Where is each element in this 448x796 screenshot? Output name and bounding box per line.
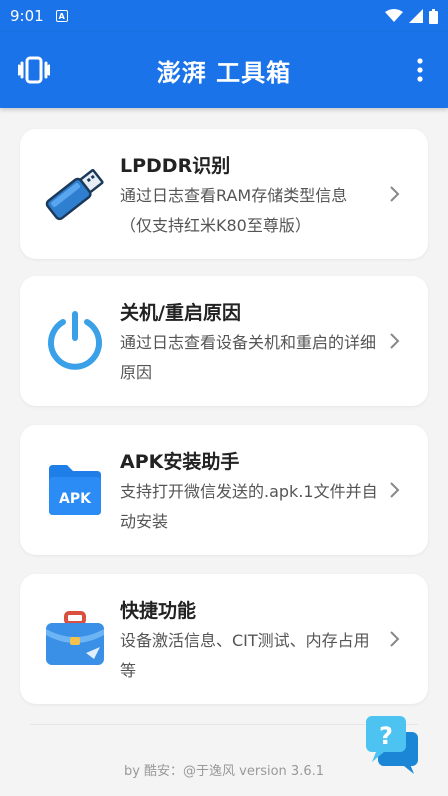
card-shutdown-reason[interactable]: 关机/重启原因 通过日志查看设备关机和重启的详细原因: [20, 276, 428, 406]
card-description: 通过日志查看设备关机和重启的详细原因: [120, 333, 377, 382]
status-bar: 9:01 A: [0, 0, 448, 32]
chevron-right-icon: [390, 333, 400, 349]
usb-drive-icon: [40, 159, 110, 229]
apk-folder-icon: APK: [40, 455, 110, 525]
notification-icon: A: [55, 10, 68, 22]
app-bar: 澎湃 工具箱: [0, 32, 448, 108]
power-icon: [40, 306, 110, 376]
more-options-icon[interactable]: [416, 58, 424, 82]
app-title: 澎湃 工具箱: [156, 58, 292, 87]
briefcase-icon: [40, 604, 110, 674]
card-quick-functions[interactable]: 快捷功能 设备激活信息、CIT测试、内存占用等: [20, 574, 428, 704]
help-chat-icon: ?: [366, 716, 418, 774]
card-description: 通过日志查看RAM存储类型信息（仅支持红米K80至尊版）: [120, 186, 348, 235]
card-apk-installer[interactable]: APK APK安装助手 支持打开微信发送的.apk.1文件并自动安装: [20, 425, 428, 555]
vibration-icon[interactable]: [18, 56, 50, 84]
card-title: LPDDR识别: [120, 155, 231, 177]
chevron-right-icon: [390, 631, 400, 647]
battery-icon: [429, 8, 438, 24]
wifi-icon: [385, 9, 403, 22]
divider: [30, 724, 418, 725]
status-time: 9:01: [10, 7, 44, 25]
help-label: ?: [379, 722, 393, 750]
cellular-signal-icon: [409, 9, 423, 23]
help-button[interactable]: ?: [364, 714, 424, 774]
card-lpddr[interactable]: LPDDR识别 通过日志查看RAM存储类型信息（仅支持红米K80至尊版）: [20, 129, 428, 259]
chevron-right-icon: [390, 186, 400, 202]
card-description: 设备激活信息、CIT测试、内存占用等: [120, 631, 370, 680]
card-title: 关机/重启原因: [120, 302, 241, 324]
card-title: APK安装助手: [120, 451, 240, 473]
content-area: LPDDR识别 通过日志查看RAM存储类型信息（仅支持红米K80至尊版） 关机/…: [0, 108, 448, 796]
card-title: 快捷功能: [120, 600, 197, 622]
chevron-right-icon: [390, 482, 400, 498]
card-description: 支持打开微信发送的.apk.1文件并自动安装: [120, 482, 378, 531]
apk-label: APK: [59, 491, 92, 507]
